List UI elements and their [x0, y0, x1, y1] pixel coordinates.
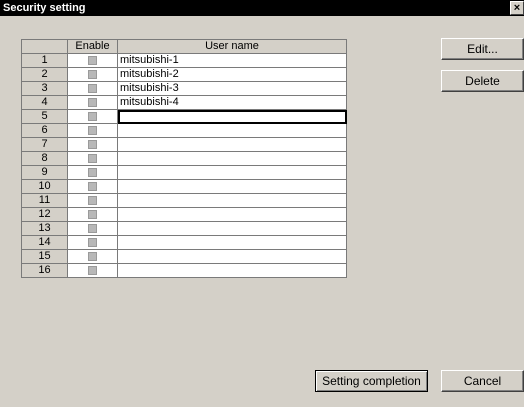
enable-cell [67, 235, 118, 250]
row-number: 11 [21, 193, 68, 208]
user-table: Enable User name 1 mitsubishi-1 2 mitsubish… [21, 39, 347, 278]
table-row[interactable]: 6 [21, 123, 347, 138]
title-bar: Security setting × [0, 0, 524, 16]
enable-checkbox[interactable] [88, 181, 97, 191]
row-number: 5 [21, 109, 68, 124]
table-row[interactable]: 4 mitsubishi-4 [21, 95, 347, 110]
header-user-name: User name [117, 39, 347, 54]
table-row[interactable]: 16 [21, 263, 347, 278]
header-row-number [21, 39, 68, 54]
enable-cell [67, 109, 118, 124]
row-number: 8 [21, 151, 68, 166]
enable-checkbox[interactable] [88, 223, 97, 233]
table-row[interactable]: 13 [21, 221, 347, 236]
enable-cell [67, 137, 118, 152]
enable-cell [67, 249, 118, 264]
user-name-cell[interactable]: mitsubishi-2 [117, 67, 347, 82]
security-setting-window: Security setting × Enable User name 1 mit… [0, 0, 524, 407]
enable-cell [67, 221, 118, 236]
enable-checkbox[interactable] [88, 97, 97, 107]
table-header-row: Enable User name [21, 39, 347, 54]
enable-cell [67, 151, 118, 166]
user-name-cell[interactable] [117, 193, 347, 208]
row-number: 1 [21, 53, 68, 68]
row-number: 6 [21, 123, 68, 138]
enable-cell [67, 67, 118, 82]
enable-checkbox[interactable] [88, 153, 97, 163]
table-row[interactable]: 11 [21, 193, 347, 208]
enable-checkbox[interactable] [88, 167, 97, 177]
enable-cell [67, 95, 118, 110]
user-name-cell[interactable] [117, 165, 347, 180]
user-name-cell[interactable] [117, 249, 347, 264]
enable-cell [67, 193, 118, 208]
enable-checkbox[interactable] [88, 237, 97, 247]
window-title: Security setting [3, 2, 86, 14]
delete-button[interactable]: Delete [441, 70, 524, 92]
table-row[interactable]: 10 [21, 179, 347, 194]
row-number: 4 [21, 95, 68, 110]
row-number: 14 [21, 235, 68, 250]
user-name-cell[interactable] [117, 137, 347, 152]
table-row[interactable]: 12 [21, 207, 347, 222]
table-row[interactable]: 3 mitsubishi-3 [21, 81, 347, 96]
table-row[interactable]: 7 [21, 137, 347, 152]
cancel-button[interactable]: Cancel [441, 370, 524, 392]
enable-checkbox[interactable] [88, 69, 97, 79]
user-name-cell[interactable]: mitsubishi-3 [117, 81, 347, 96]
row-number: 16 [21, 263, 68, 278]
enable-checkbox[interactable] [88, 139, 97, 149]
enable-checkbox[interactable] [88, 83, 97, 93]
table-row[interactable]: 15 [21, 249, 347, 264]
row-number: 12 [21, 207, 68, 222]
enable-cell [67, 165, 118, 180]
enable-checkbox[interactable] [88, 251, 97, 261]
table-row[interactable]: 2 mitsubishi-2 [21, 67, 347, 82]
enable-checkbox[interactable] [88, 195, 97, 205]
close-icon[interactable]: × [510, 1, 524, 15]
user-name-cell[interactable] [117, 263, 347, 278]
user-name-cell[interactable] [117, 179, 347, 194]
row-number: 15 [21, 249, 68, 264]
table-row[interactable]: 8 [21, 151, 347, 166]
user-name-cell[interactable] [117, 151, 347, 166]
table-body: 1 mitsubishi-1 2 mitsubishi-2 3 mitsubishi-3 4… [21, 53, 347, 278]
enable-checkbox[interactable] [88, 265, 97, 275]
table-row[interactable]: 5 [21, 109, 347, 124]
user-name-cell[interactable] [117, 235, 347, 250]
enable-checkbox[interactable] [88, 55, 97, 65]
user-name-cell[interactable] [117, 207, 347, 222]
table-row[interactable]: 14 [21, 235, 347, 250]
row-number: 2 [21, 67, 68, 82]
enable-cell [67, 123, 118, 138]
row-number: 3 [21, 81, 68, 96]
user-name-cell[interactable] [117, 109, 347, 124]
enable-cell [67, 263, 118, 278]
enable-cell [67, 179, 118, 194]
table-row[interactable]: 1 mitsubishi-1 [21, 53, 347, 68]
enable-checkbox[interactable] [88, 209, 97, 219]
row-number: 7 [21, 137, 68, 152]
header-enable: Enable [67, 39, 118, 54]
user-name-cell[interactable]: mitsubishi-1 [117, 53, 347, 68]
enable-cell [67, 53, 118, 68]
edit-button[interactable]: Edit... [441, 38, 524, 60]
enable-checkbox[interactable] [88, 111, 97, 121]
enable-checkbox[interactable] [88, 125, 97, 135]
table-row[interactable]: 9 [21, 165, 347, 180]
row-number: 13 [21, 221, 68, 236]
enable-cell [67, 207, 118, 222]
enable-cell [67, 81, 118, 96]
row-number: 9 [21, 165, 68, 180]
setting-completion-button[interactable]: Setting completion [315, 370, 428, 392]
user-name-cell[interactable]: mitsubishi-4 [117, 95, 347, 110]
row-number: 10 [21, 179, 68, 194]
user-name-cell[interactable] [117, 123, 347, 138]
user-name-cell[interactable] [117, 221, 347, 236]
